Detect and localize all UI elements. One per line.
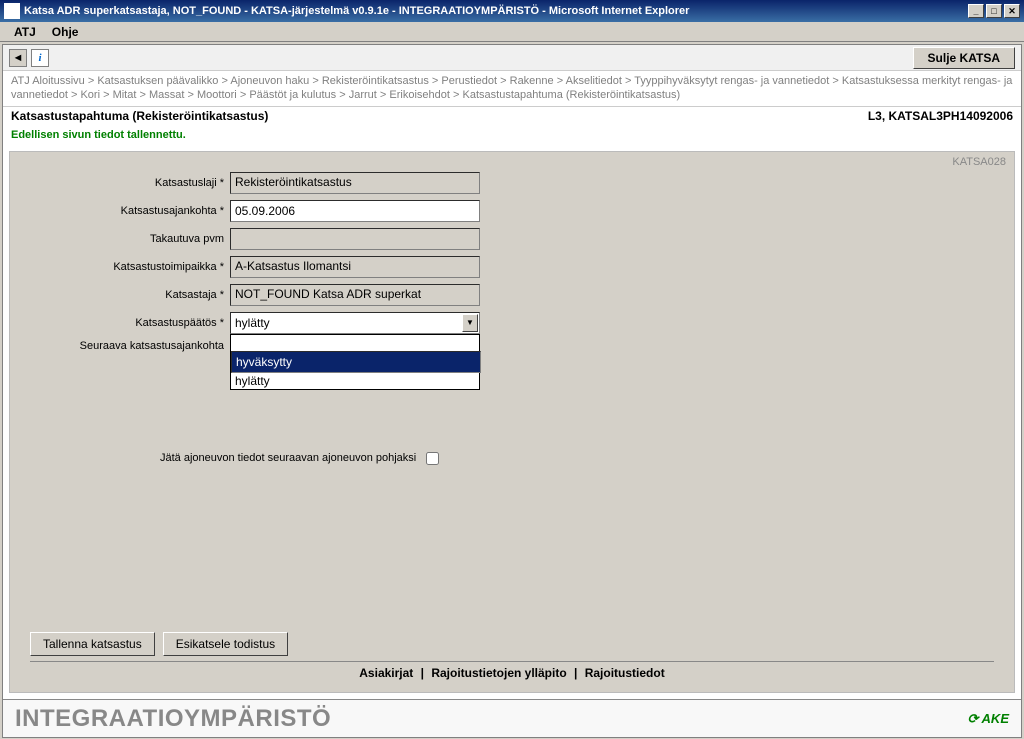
field-katsastaja: NOT_FOUND Katsa ADR superkat bbox=[230, 284, 480, 306]
main-panel: KATSA028 Katsastuslaji * Rekisteröintika… bbox=[9, 151, 1015, 693]
menu-atj[interactable]: ATJ bbox=[6, 23, 44, 41]
toolbar: ◄ i Sulje KATSA bbox=[3, 45, 1021, 71]
select-paatos-value: hylätty bbox=[230, 312, 480, 334]
link-asiakirjat[interactable]: Asiakirjat bbox=[355, 666, 417, 680]
button-row: Tallenna katsastus Esikatsele todistus bbox=[30, 632, 288, 656]
label-paatos: Katsastuspäätös * bbox=[30, 317, 230, 329]
dropdown-paatos: hyväksytty hylätty bbox=[230, 334, 480, 390]
link-rajoitus[interactable]: Rajoitustiedot bbox=[581, 666, 669, 680]
checkbox-row: Jätä ajoneuvon tiedot seuraavan ajoneuvo… bbox=[160, 452, 994, 465]
menubar: ATJ Ohje bbox=[0, 22, 1024, 42]
field-toimipaikka: A-Katsastus Ilomantsi bbox=[230, 256, 480, 278]
crumb[interactable]: Mitat bbox=[113, 89, 137, 101]
crumb[interactable]: Erikoisehdot bbox=[389, 89, 450, 101]
crumb[interactable]: Perustiedot bbox=[441, 75, 497, 87]
label-seuraava: Seuraava katsastusajankohta bbox=[30, 340, 230, 352]
crumb[interactable]: Rekisteröintikatsastus bbox=[322, 75, 429, 87]
content-area: ◄ i Sulje KATSA ATJ Aloitussivu > Katsas… bbox=[2, 44, 1022, 738]
links-row: Asiakirjat | Rajoitustietojen ylläpito |… bbox=[10, 666, 1014, 680]
crumb[interactable]: Jarrut bbox=[349, 89, 377, 101]
info-button[interactable]: i bbox=[31, 49, 49, 67]
field-katsastuslaji: Rekisteröintikatsastus bbox=[230, 172, 480, 194]
label-jata: Jätä ajoneuvon tiedot seuraavan ajoneuvo… bbox=[160, 452, 416, 464]
back-button[interactable]: ◄ bbox=[9, 49, 27, 67]
minimize-button[interactable]: _ bbox=[968, 4, 984, 18]
field-ajankohta[interactable] bbox=[230, 200, 480, 222]
label-katsastuslaji: Katsastuslaji * bbox=[30, 177, 230, 189]
breadcrumb: ATJ Aloitussivu > Katsastuksen päävalikk… bbox=[3, 71, 1021, 107]
page-title-row: Katsastustapahtuma (Rekisteröintikatsast… bbox=[3, 107, 1021, 125]
esikatsele-button[interactable]: Esikatsele todistus bbox=[163, 632, 288, 656]
link-rajoitusyp[interactable]: Rajoitustietojen ylläpito bbox=[427, 666, 570, 680]
crumb[interactable]: Tyyppihyväksytyt rengas- ja vannetiedot bbox=[634, 75, 829, 87]
crumb[interactable]: Kori bbox=[80, 89, 100, 101]
crumb[interactable]: ATJ Aloitussivu bbox=[11, 75, 85, 87]
label-ajankohta: Katsastusajankohta * bbox=[30, 205, 230, 217]
crumb-current: Katsastustapahtuma (Rekisteröintikatsast… bbox=[463, 89, 681, 101]
crumb[interactable]: Akselitiedot bbox=[566, 75, 622, 87]
window-title: Katsa ADR superkatsastaja, NOT_FOUND - K… bbox=[24, 5, 968, 17]
status-message: Edellisen sivun tiedot tallennettu. bbox=[3, 125, 1021, 145]
option-hylatty[interactable]: hylätty bbox=[231, 373, 479, 389]
close-button[interactable]: ✕ bbox=[1004, 4, 1020, 18]
env-label: INTEGRAATIOYMPÄRISTÖ bbox=[15, 705, 968, 733]
field-takautuva[interactable] bbox=[230, 228, 480, 250]
select-paatos[interactable]: hylätty ▼ hyväksytty hylätty bbox=[230, 312, 480, 334]
label-toimipaikka: Katsastustoimipaikka * bbox=[30, 261, 230, 273]
checkbox-jata[interactable] bbox=[426, 452, 439, 465]
sulje-katsa-button[interactable]: Sulje KATSA bbox=[913, 47, 1015, 69]
maximize-button[interactable]: □ bbox=[986, 4, 1002, 18]
crumb[interactable]: Moottori bbox=[197, 89, 237, 101]
menu-ohje[interactable]: Ohje bbox=[44, 23, 87, 41]
ie-icon bbox=[4, 3, 20, 19]
footer: INTEGRAATIOYMPÄRISTÖ ⟳ AKE bbox=[3, 699, 1021, 737]
option-blank[interactable] bbox=[231, 335, 479, 351]
form-code: KATSA028 bbox=[952, 156, 1006, 168]
label-katsastaja: Katsastaja * bbox=[30, 289, 230, 301]
tallenna-button[interactable]: Tallenna katsastus bbox=[30, 632, 155, 656]
crumb[interactable]: Päästöt ja kulutus bbox=[249, 89, 336, 101]
label-takautuva: Takautuva pvm bbox=[30, 233, 230, 245]
window-buttons: _ □ ✕ bbox=[968, 4, 1020, 18]
crumb[interactable]: Rakenne bbox=[510, 75, 554, 87]
chevron-down-icon[interactable]: ▼ bbox=[462, 314, 478, 332]
page-context: L3, KATSAL3PH14092006 bbox=[868, 109, 1013, 123]
option-hyvaksytty[interactable]: hyväksytty bbox=[231, 351, 481, 373]
crumb[interactable]: Massat bbox=[149, 89, 184, 101]
crumb[interactable]: Ajoneuvon haku bbox=[230, 75, 309, 87]
ake-logo: ⟳ AKE bbox=[968, 711, 1009, 727]
page-title: Katsastustapahtuma (Rekisteröintikatsast… bbox=[11, 109, 868, 123]
crumb[interactable]: Katsastuksen päävalikko bbox=[97, 75, 218, 87]
divider bbox=[30, 661, 994, 662]
window-titlebar: Katsa ADR superkatsastaja, NOT_FOUND - K… bbox=[0, 0, 1024, 22]
